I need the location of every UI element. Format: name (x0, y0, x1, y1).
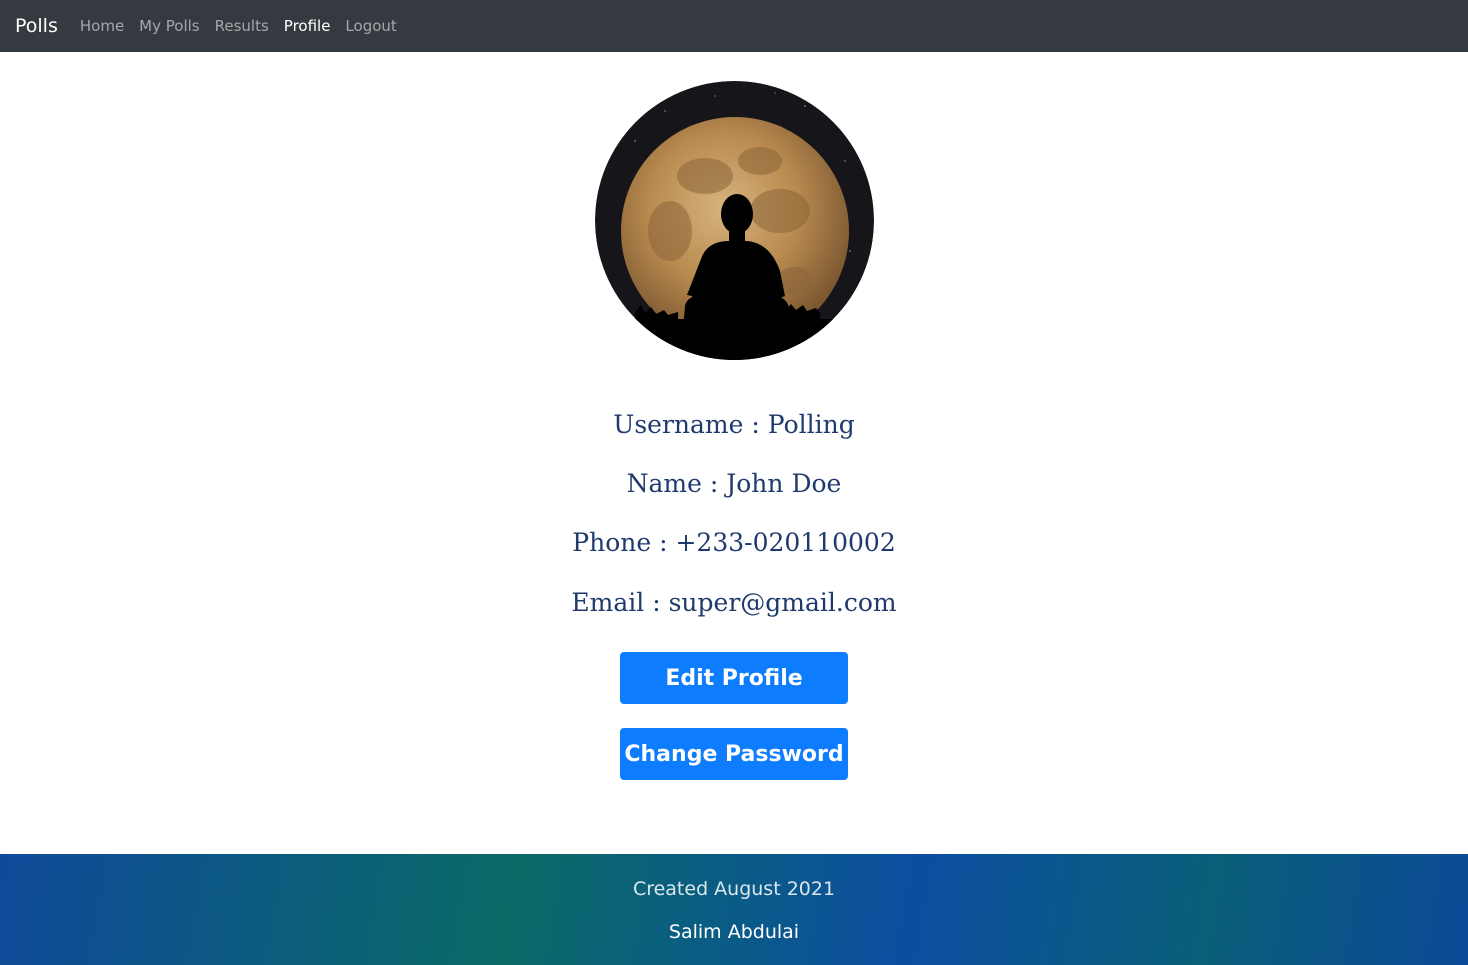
email-value: super@gmail.com (668, 588, 897, 617)
top-navbar: Polls Home My Polls Results Profile Logo… (0, 0, 1468, 52)
phone-row: Phone : +233-020110002 (0, 528, 1468, 557)
nav-logout[interactable]: Logout (345, 17, 396, 35)
name-value: John Doe (726, 469, 842, 498)
phone-value: +233-020110002 (675, 528, 896, 557)
nav-profile[interactable]: Profile (284, 17, 331, 35)
nav-home[interactable]: Home (80, 17, 124, 35)
name-label: Name (626, 469, 702, 498)
nav-my-polls[interactable]: My Polls (139, 17, 199, 35)
phone-label: Phone (572, 528, 652, 557)
separator: : (743, 410, 768, 439)
separator: : (651, 528, 676, 557)
email-row: Email : super@gmail.com (0, 588, 1468, 617)
nav-results[interactable]: Results (215, 17, 269, 35)
brand-link[interactable]: Polls (15, 15, 58, 37)
separator: : (644, 588, 669, 617)
avatar (595, 81, 874, 360)
username-row: Username : Polling (0, 410, 1468, 439)
separator: : (701, 469, 727, 498)
footer-author: Salim Abdulai (668, 921, 800, 943)
email-label: Email (571, 588, 645, 617)
footer: Created August 2021 Salim Abdulai (0, 854, 1468, 965)
username-label: Username (613, 410, 744, 439)
name-row: Name : John Doe (0, 469, 1468, 498)
change-password-button[interactable]: Change Password (620, 728, 848, 780)
username-value: Polling (767, 410, 855, 439)
edit-profile-button[interactable]: Edit Profile (620, 652, 848, 704)
moon-silhouette-avatar (595, 81, 874, 360)
footer-created: Created August 2021 (632, 878, 836, 900)
